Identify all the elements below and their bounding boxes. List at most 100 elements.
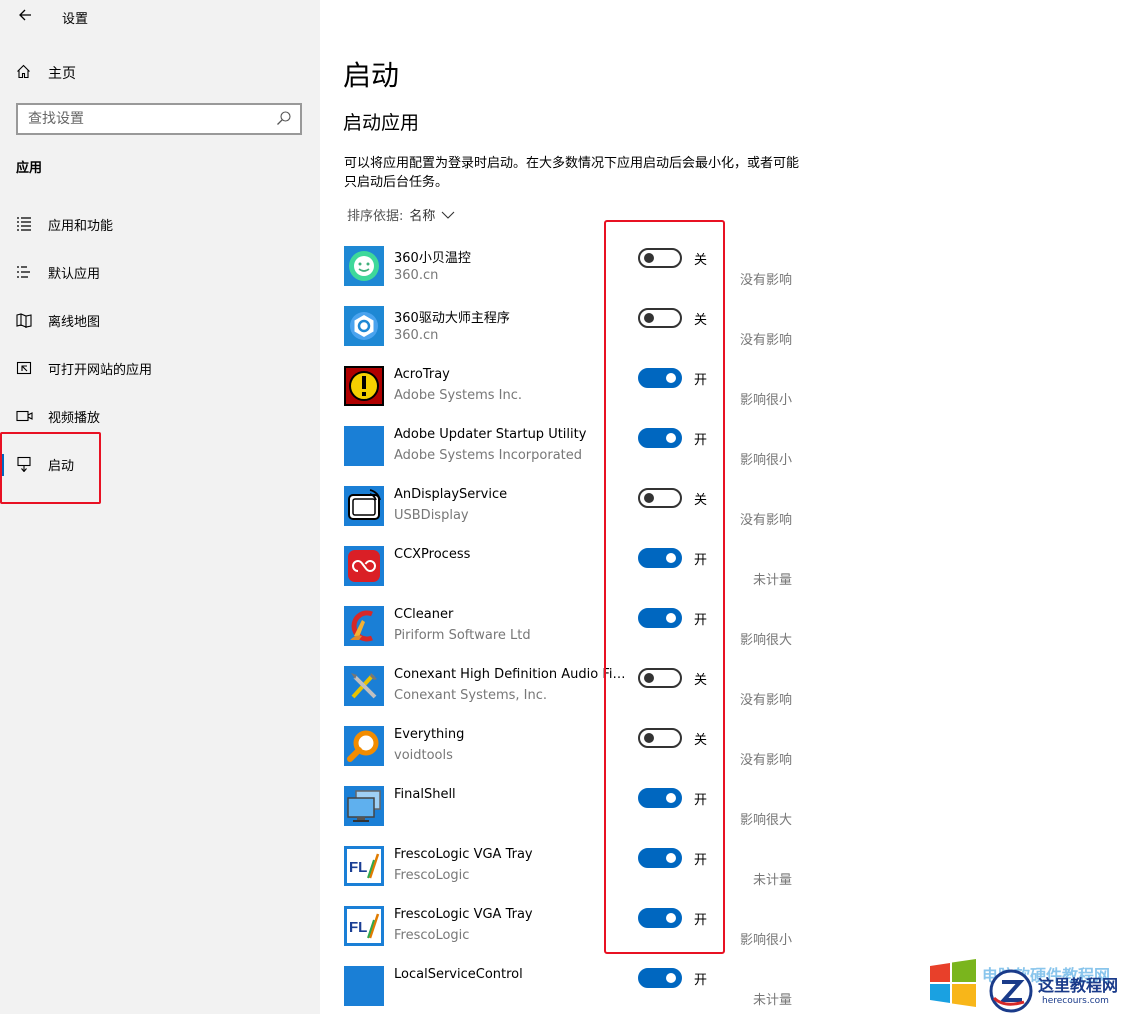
adobe-updater-icon: [344, 426, 384, 466]
app-publisher: 360.cn: [394, 328, 439, 343]
startup-toggle[interactable]: [638, 248, 682, 268]
app-row: AcroTray Adobe Systems Inc. 开 影响很小: [344, 364, 804, 424]
annotation-highlight-box: [0, 432, 101, 504]
app-name: 360驱动大师主程序: [394, 311, 510, 326]
app-publisher: 360.cn: [394, 268, 439, 283]
toggle-knob: [644, 673, 654, 683]
startup-impact: 影响很小: [739, 393, 792, 408]
blank-app-icon: [344, 966, 384, 1006]
sidebar-section-label: 应用: [16, 161, 43, 176]
app-row: FL FrescoLogic VGA Tray FrescoLogic 开 影响…: [344, 904, 804, 964]
360-temp-icon: [344, 246, 384, 286]
page-title: 启动: [343, 59, 400, 92]
sidebar: 设置 主页 应用 应用和功能 默认应用 离线地图: [0, 0, 320, 1014]
toggle-state: 关: [694, 313, 708, 328]
toggle-state: 关: [694, 253, 708, 268]
startup-toggle[interactable]: [638, 908, 682, 928]
fresco-logic-icon: FL: [344, 846, 384, 886]
startup-toggle[interactable]: [638, 428, 682, 448]
startup-toggle[interactable]: [638, 728, 682, 748]
startup-impact: 未计量: [752, 873, 792, 888]
startup-toggle[interactable]: [638, 848, 682, 868]
toggle-knob: [666, 553, 676, 563]
toggle-state: 开: [694, 973, 708, 988]
toggle-knob: [666, 853, 676, 863]
startup-impact: 没有影响: [739, 273, 792, 288]
toggle-state: 开: [694, 913, 708, 928]
app-name: Adobe Updater Startup Utility: [394, 427, 587, 442]
sidebar-item-apps-features[interactable]: 应用和功能: [0, 200, 320, 248]
windows-logo-icon: [930, 959, 976, 1007]
search-box[interactable]: [16, 103, 302, 135]
sidebar-item-apps-for-websites[interactable]: 可打开网站的应用: [0, 344, 320, 392]
usb-display-icon: [344, 486, 384, 526]
sidebar-item-label: 视频播放: [48, 410, 101, 426]
app-publisher: voidtools: [394, 748, 453, 763]
toggle-state: 开: [694, 553, 708, 568]
app-publisher: Adobe Systems Incorporated: [394, 448, 583, 463]
sidebar-item-label: 默认应用: [48, 266, 101, 282]
app-row: LocalServiceControl 开 未计量: [344, 964, 804, 1014]
startup-impact: 未计量: [752, 573, 792, 588]
watermark-domain: herecours.com: [1042, 996, 1109, 1006]
startup-toggle[interactable]: [638, 788, 682, 808]
toggle-state: 开: [694, 433, 708, 448]
acrotray-icon: [344, 366, 384, 406]
toggle-knob: [666, 973, 676, 983]
startup-impact: 没有影响: [739, 333, 792, 348]
startup-impact: 影响很小: [739, 453, 792, 468]
sidebar-item-default-apps[interactable]: 默认应用: [0, 248, 320, 296]
toggle-state: 开: [694, 373, 708, 388]
startup-toggle[interactable]: [638, 968, 682, 988]
startup-impact: 没有影响: [739, 693, 792, 708]
app-name: AnDisplayService: [394, 487, 508, 502]
toggle-knob: [644, 253, 654, 263]
sort-dropdown[interactable]: 排序依据: 名称: [347, 205, 455, 224]
search-input[interactable]: [18, 105, 268, 133]
startup-toggle[interactable]: [638, 668, 682, 688]
startup-toggle[interactable]: [638, 308, 682, 328]
toggle-state: 关: [694, 733, 708, 748]
toggle-knob: [666, 793, 676, 803]
toggle-knob: [644, 733, 654, 743]
list-icon: [0, 216, 48, 232]
sidebar-item-label: 可打开网站的应用: [48, 362, 153, 378]
magnifier-icon: [344, 726, 384, 766]
back-button[interactable]: [14, 6, 36, 28]
home-icon: [0, 64, 48, 83]
toggle-knob: [644, 313, 654, 323]
app-publisher: Adobe Systems Inc.: [394, 388, 522, 403]
search-icon[interactable]: [276, 110, 292, 126]
description: 可以将应用配置为登录时启动。在大多数情况下应用启动后会最小化，或者可能只启动后台…: [344, 156, 800, 190]
home-nav-item[interactable]: 主页: [0, 56, 320, 90]
home-label: 主页: [48, 66, 76, 82]
z-logo-icon: [989, 969, 1033, 1013]
startup-toggle[interactable]: [638, 488, 682, 508]
app-name: Everything: [394, 727, 465, 742]
startup-toggle[interactable]: [638, 608, 682, 628]
sort-label: 排序依据:: [347, 209, 404, 224]
startup-toggle[interactable]: [638, 368, 682, 388]
app-name: Conexant High Definition Audio Filt...: [394, 667, 626, 682]
arrow-left-icon: [19, 9, 31, 21]
sidebar-item-label: 离线地图: [48, 314, 101, 330]
sort-value: 名称: [409, 209, 436, 224]
app-row: 360驱动大师主程序 360.cn 关 没有影响: [344, 304, 804, 364]
toggle-state: 关: [694, 673, 708, 688]
startup-impact: 没有影响: [739, 753, 792, 768]
startup-app-list: 360小贝温控 360.cn 关 没有影响 360驱动大师主程序 360.cn …: [344, 244, 804, 1014]
app-row: FL FrescoLogic VGA Tray FrescoLogic 开 未计…: [344, 844, 804, 904]
creative-cloud-icon: [344, 546, 384, 586]
startup-toggle[interactable]: [638, 548, 682, 568]
toggle-state: 开: [694, 613, 708, 628]
app-publisher: FrescoLogic: [394, 868, 470, 883]
360-driver-icon: [344, 306, 384, 346]
sidebar-item-label: 应用和功能: [48, 218, 114, 234]
map-icon: [0, 312, 48, 328]
chevron-down-icon: [442, 211, 455, 219]
app-row: FinalShell 开 影响很大: [344, 784, 804, 844]
app-row: AnDisplayService USBDisplay 关 没有影响: [344, 484, 804, 544]
sidebar-item-offline-maps[interactable]: 离线地图: [0, 296, 320, 344]
tools-icon: [344, 666, 384, 706]
app-name: 360小贝温控: [394, 251, 471, 266]
